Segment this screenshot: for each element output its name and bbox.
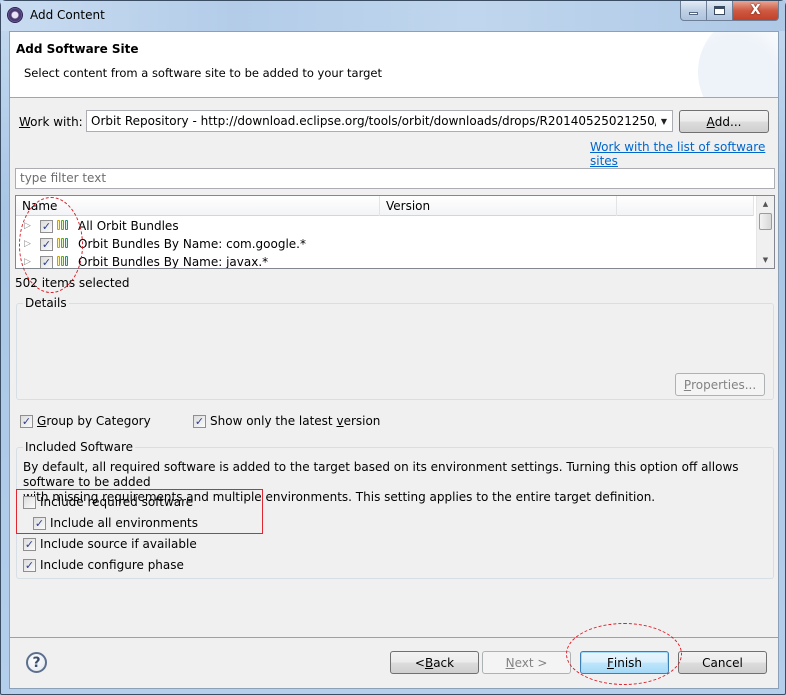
annotation-rect-included (16, 489, 263, 534)
software-tree[interactable]: Name Version ▷ ✓ All Orbit Bundles ▷ ✓ O… (15, 195, 775, 269)
mnemonic: P (683, 377, 692, 392)
software-sites-link[interactable]: Work with the list of software sites (590, 140, 778, 168)
checkbox-label: Group by Category (37, 414, 151, 428)
include-configure-checkbox[interactable]: ✓ Include configure phase (23, 558, 184, 572)
row-label: All Orbit Bundles (78, 219, 179, 233)
group-by-category-checkbox[interactable]: ✓ Group by Category (20, 414, 151, 428)
label-text: Show only the latest (210, 414, 337, 428)
cancel-button[interactable]: Cancel (678, 651, 767, 674)
window-title: Add Content (30, 8, 105, 22)
checkbox-box[interactable]: ✓ (23, 537, 36, 551)
annotation-oval-finish (566, 623, 682, 685)
scroll-down-icon[interactable]: ▼ (757, 252, 774, 268)
column-header-version[interactable]: Version (380, 196, 617, 216)
wizard-banner: Add Software Site Select content from a … (10, 32, 778, 98)
mnemonic: A (706, 114, 715, 129)
tree-header: Name Version (16, 196, 754, 216)
checkbox-label: Include configure phase (40, 558, 184, 572)
scroll-up-icon[interactable]: ▲ (757, 196, 774, 212)
tree-row[interactable]: ▷ ✓ All Orbit Bundles (16, 217, 754, 235)
next-button[interactable]: Next > (482, 651, 571, 674)
label-text: roup by Category (46, 414, 151, 428)
mnemonic: v (336, 414, 344, 428)
dropdown-arrow-icon[interactable]: ▼ (656, 117, 672, 126)
checkbox-label: Show only the latest version (210, 414, 380, 428)
button-label: dd... (714, 114, 742, 129)
button-label: ext > (514, 655, 548, 670)
checkbox-box[interactable]: ✓ (23, 558, 36, 572)
title-bar[interactable]: Add Content X (1, 1, 785, 31)
row-label: Orbit Bundles By Name: com.google.* (78, 237, 306, 251)
maximize-button[interactable] (707, 1, 733, 21)
properties-button[interactable]: Properties... (675, 373, 765, 396)
page-title: Add Software Site (16, 42, 139, 56)
include-source-checkbox[interactable]: ✓ Include source if available (23, 537, 197, 551)
minimize-button[interactable] (680, 1, 707, 21)
page-description: Select content from a software site to b… (24, 66, 382, 80)
label-text: ersion (343, 414, 381, 428)
dialog-content: Add Software Site Select content from a … (9, 31, 779, 689)
back-button[interactable]: < Back (390, 651, 479, 674)
included-software-title: Included Software (23, 440, 136, 454)
mnemonic: W (19, 115, 31, 129)
mnemonic: B (424, 655, 434, 670)
annotation-oval-checkboxes (19, 197, 83, 293)
window-controls: X (680, 1, 779, 21)
button-label: < (414, 655, 425, 670)
checkbox-box[interactable]: ✓ (193, 414, 206, 428)
close-button[interactable]: X (733, 1, 779, 21)
checkbox-box[interactable]: ✓ (20, 414, 33, 428)
filter-input[interactable]: type filter text (15, 168, 775, 189)
mnemonic: G (37, 414, 47, 428)
tree-row[interactable]: ▷ ✓ Orbit Bundles By Name: javax.* (16, 253, 754, 269)
tree-row[interactable]: ▷ ✓ Orbit Bundles By Name: com.google.* (16, 235, 754, 253)
mnemonic: N (505, 655, 515, 670)
label-text: ork with: (30, 115, 83, 129)
dialog-window: Add Content X Add Software Site Select c… (0, 0, 786, 695)
button-label: ack (433, 655, 455, 670)
latest-version-checkbox[interactable]: ✓ Show only the latest version (193, 414, 380, 428)
eclipse-app-icon (7, 7, 23, 23)
details-title: Details (23, 296, 69, 310)
help-icon[interactable]: ? (26, 652, 47, 673)
button-label: roperties... (691, 377, 757, 392)
row-label: Orbit Bundles By Name: javax.* (78, 255, 269, 269)
tree-scrollbar[interactable]: ▲ ▼ (756, 196, 774, 268)
column-header-extra[interactable] (617, 196, 754, 216)
work-with-combo[interactable]: Orbit Repository - http://download.eclip… (86, 110, 673, 132)
close-icon: X (750, 3, 761, 18)
maximize-icon (714, 6, 725, 15)
minimize-icon (689, 12, 698, 15)
checkbox-label: Include source if available (40, 537, 197, 551)
work-with-value: Orbit Repository - http://download.eclip… (91, 114, 656, 128)
scroll-thumb[interactable] (759, 213, 772, 230)
add-site-button[interactable]: Add... (679, 110, 769, 133)
work-with-label: Work with: (19, 115, 83, 129)
details-group: Details Properties... (16, 296, 774, 400)
description-line: By default, all required software is add… (23, 460, 739, 489)
